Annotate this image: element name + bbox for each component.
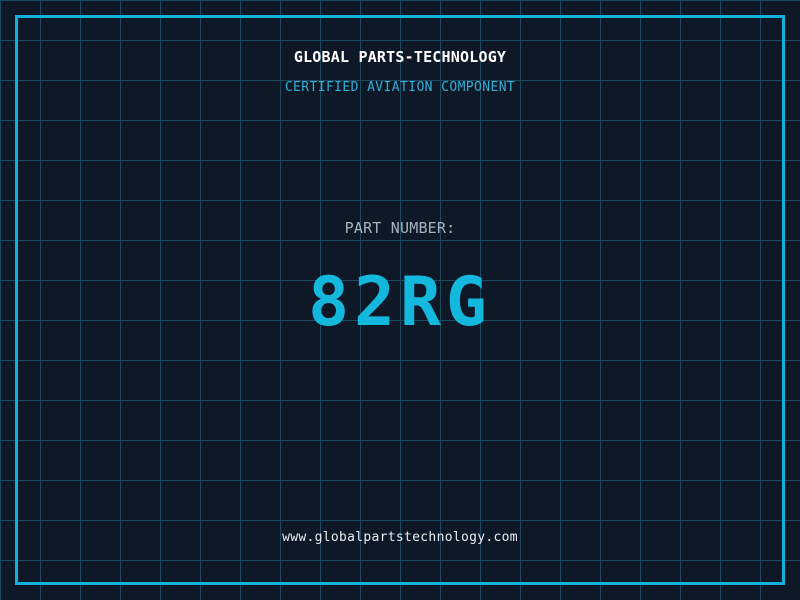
part-number-value: 82RG — [308, 263, 492, 342]
page-subtitle: CERTIFIED AVIATION COMPONENT — [284, 80, 516, 95]
blueprint-grid: GLOBAL PARTS-TECHNOLOGY CERTIFIED AVIATI… — [0, 0, 800, 600]
part-number-label: PART NUMBER: — [344, 219, 456, 237]
page-title: GLOBAL PARTS-TECHNOLOGY — [293, 48, 507, 66]
website-url: www.globalpartstechnology.com — [282, 530, 518, 545]
